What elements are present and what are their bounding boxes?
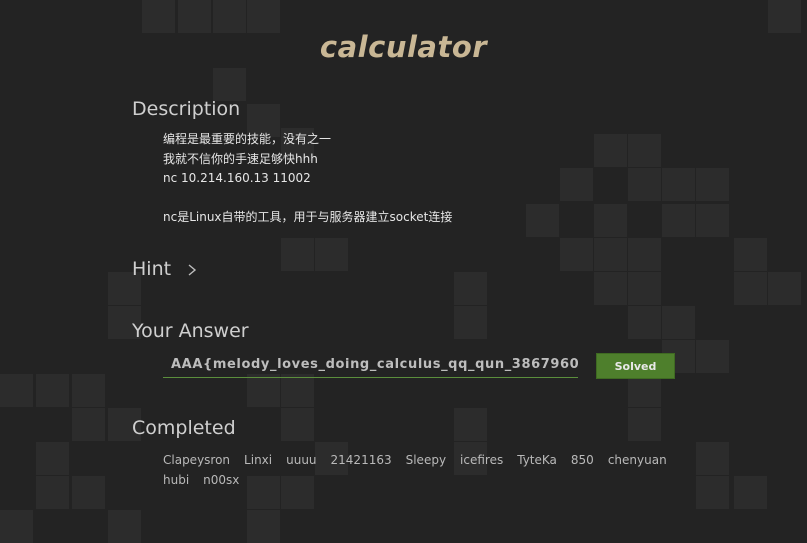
completed-users: Clapeysron Linxi uuuu 21421163 Sleepy icefire… <box>163 450 703 490</box>
completed-user: 850 <box>570 453 594 467</box>
solved-button[interactable]: Solved <box>596 353 675 379</box>
chevron-right-icon <box>185 262 199 276</box>
completed-user: icefires <box>460 453 504 467</box>
challenge-panel: calculator Description 编程是最重要的技能，没有之一 我就… <box>0 0 807 523</box>
description-heading: Description <box>132 98 241 120</box>
completed-user: TyteKa <box>517 453 557 467</box>
description-body: 编程是最重要的技能，没有之一 我就不信你的手速足够快hhh nc 10.214.… <box>163 130 452 228</box>
description-line: 我就不信你的手速足够快hhh <box>163 151 318 166</box>
completed-user: Clapeysron <box>163 453 231 467</box>
completed-user: chenyuan <box>607 453 667 467</box>
completed-user: hubi <box>163 473 190 487</box>
completed-user: Sleepy <box>405 453 447 467</box>
completed-user: uuuu <box>286 453 317 467</box>
completed-user: 21421163 <box>330 453 392 467</box>
completed-user: Linxi <box>244 453 273 467</box>
description-line: nc是Linux自带的工具，用于与服务器建立socket连接 <box>163 210 453 224</box>
answer-heading: Your Answer <box>132 320 249 342</box>
description-line: nc 10.214.160.13 11002 <box>163 171 311 185</box>
challenge-title: calculator <box>319 30 488 64</box>
completed-heading: Completed <box>132 417 236 439</box>
description-line: 编程是最重要的技能，没有之一 <box>163 132 332 146</box>
completed-user: n00sx <box>203 473 240 487</box>
description-line <box>163 189 452 209</box>
answer-input[interactable] <box>163 352 578 378</box>
hint-label: Hint <box>132 258 172 280</box>
hint-toggle[interactable]: Hint <box>132 258 199 280</box>
